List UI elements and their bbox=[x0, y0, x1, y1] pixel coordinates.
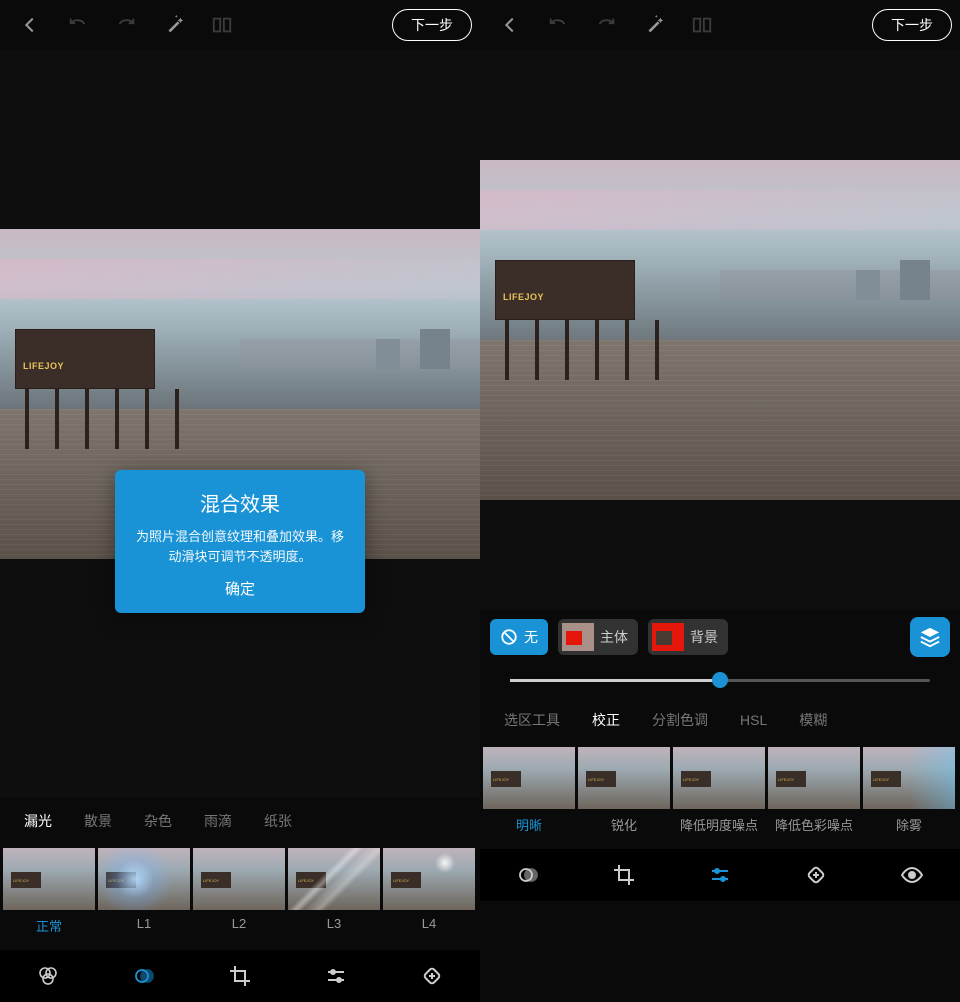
intensity-slider-row bbox=[480, 664, 960, 696]
adjust-thumbnails: LIFEJOY 明晰 LIFEJOY 锐化 LIFEJOY 降低明度噪点 LIF… bbox=[480, 744, 960, 849]
thumb-l3[interactable]: LIFEJOY bbox=[288, 848, 380, 910]
thumb-dehaze[interactable]: LIFEJOY bbox=[863, 747, 955, 809]
tab-hsl[interactable]: HSL bbox=[724, 712, 783, 728]
compare-button[interactable] bbox=[680, 3, 724, 47]
tab-noise[interactable]: 杂色 bbox=[128, 811, 188, 831]
thumb-normal[interactable]: LIFEJOY bbox=[3, 848, 95, 910]
bottom-toolbar bbox=[480, 849, 960, 901]
tooltip-popup: 混合效果 为照片混合创意纹理和叠加效果。移动滑块可调节不透明度。 确定 bbox=[115, 470, 365, 613]
no-icon bbox=[500, 628, 518, 646]
tab-light-leak[interactable]: 漏光 bbox=[8, 811, 68, 831]
photo-canvas[interactable]: LIFEJOY 混合效果 为照片混合创意纹理和叠加效果。移动滑块可调节不透明度。… bbox=[0, 50, 480, 797]
photo-sign-text: LIFEJOY bbox=[23, 361, 64, 371]
seg-subject-thumb bbox=[562, 623, 594, 651]
thumb-label: 正常 bbox=[36, 916, 62, 935]
adjust-category-tabs: 选区工具 校正 分割色调 HSL 模糊 bbox=[480, 696, 960, 744]
selection-segment-row: 无 主体 背景 bbox=[480, 610, 960, 664]
crop-icon[interactable] bbox=[220, 956, 260, 996]
top-toolbar: 下一步 bbox=[480, 0, 960, 50]
intensity-slider[interactable] bbox=[510, 679, 930, 682]
next-button[interactable]: 下一步 bbox=[872, 9, 952, 41]
thumb-l2[interactable]: LIFEJOY bbox=[193, 848, 285, 910]
popup-title: 混合效果 bbox=[131, 488, 349, 517]
thumb-l4[interactable]: LIFEJOY bbox=[383, 848, 475, 910]
popup-ok-button[interactable]: 确定 bbox=[131, 578, 349, 599]
thumb-clarity[interactable]: LIFEJOY bbox=[483, 747, 575, 809]
bottom-toolbar bbox=[0, 950, 480, 1002]
thumb-color-noise[interactable]: LIFEJOY bbox=[768, 747, 860, 809]
undo-button[interactable] bbox=[536, 3, 580, 47]
seg-subject-label: 主体 bbox=[600, 627, 628, 647]
layers-icon bbox=[919, 626, 941, 648]
tab-rain[interactable]: 雨滴 bbox=[188, 811, 248, 831]
thumb-label: L4 bbox=[422, 916, 436, 931]
compare-button[interactable] bbox=[200, 3, 244, 47]
crop-icon[interactable] bbox=[604, 855, 644, 895]
thumb-l1[interactable]: LIFEJOY bbox=[98, 848, 190, 910]
thumb-sharpen[interactable]: LIFEJOY bbox=[578, 747, 670, 809]
redo-button[interactable] bbox=[104, 3, 148, 47]
effect-category-tabs: 漏光 散景 杂色 雨滴 纸张 bbox=[0, 797, 480, 845]
next-button-label: 下一步 bbox=[411, 15, 453, 35]
top-toolbar: 下一步 bbox=[0, 0, 480, 50]
tab-blur[interactable]: 模糊 bbox=[783, 710, 843, 730]
photo-canvas[interactable]: LIFEJOY bbox=[480, 50, 960, 610]
seg-background-label: 背景 bbox=[690, 627, 718, 647]
thumb-label: 降低色彩噪点 bbox=[775, 815, 853, 834]
effect-thumbnails: LIFEJOY 正常 LIFEJOY L1 LIFEJOY L2 LIFEJOY… bbox=[0, 845, 480, 950]
photo-preview: LIFEJOY bbox=[480, 160, 960, 500]
adjust-icon[interactable] bbox=[316, 956, 356, 996]
next-button-label: 下一步 bbox=[891, 15, 933, 35]
thumb-label: L3 bbox=[327, 916, 341, 931]
tab-bokeh[interactable]: 散景 bbox=[68, 811, 128, 831]
thumb-label: L2 bbox=[232, 916, 246, 931]
adjust-icon[interactable] bbox=[700, 855, 740, 895]
editor-pane-right: 下一步 LIFEJOY bbox=[480, 0, 960, 1002]
back-button[interactable] bbox=[488, 3, 532, 47]
heal-icon[interactable] bbox=[412, 956, 452, 996]
auto-enhance-button[interactable] bbox=[152, 3, 196, 47]
seg-subject-button[interactable]: 主体 bbox=[558, 619, 638, 655]
thumb-label: 明晰 bbox=[516, 815, 542, 834]
editor-pane-left: 下一步 LIFEJOY 混合效果 bbox=[0, 0, 480, 1002]
popup-body: 为照片混合创意纹理和叠加效果。移动滑块可调节不透明度。 bbox=[131, 527, 349, 566]
auto-enhance-button[interactable] bbox=[632, 3, 676, 47]
heal-icon[interactable] bbox=[796, 855, 836, 895]
tab-split-tone[interactable]: 分割色调 bbox=[636, 710, 724, 730]
thumb-label: 降低明度噪点 bbox=[680, 815, 758, 834]
seg-none-label: 无 bbox=[524, 627, 538, 647]
seg-none-button[interactable]: 无 bbox=[490, 619, 548, 655]
undo-button[interactable] bbox=[56, 3, 100, 47]
back-button[interactable] bbox=[8, 3, 52, 47]
layers-button[interactable] bbox=[910, 617, 950, 657]
thumb-lum-noise[interactable]: LIFEJOY bbox=[673, 747, 765, 809]
tab-selection-tool[interactable]: 选区工具 bbox=[488, 710, 576, 730]
slider-thumb[interactable] bbox=[712, 672, 728, 688]
thumb-label: 锐化 bbox=[611, 815, 637, 834]
photo-sign-text: LIFEJOY bbox=[503, 292, 544, 302]
eye-icon[interactable] bbox=[892, 855, 932, 895]
effects-icon[interactable] bbox=[508, 855, 548, 895]
seg-background-button[interactable]: 背景 bbox=[648, 619, 728, 655]
tab-correction[interactable]: 校正 bbox=[576, 710, 636, 730]
redo-button[interactable] bbox=[584, 3, 628, 47]
looks-icon[interactable] bbox=[28, 956, 68, 996]
thumb-label: L1 bbox=[137, 916, 151, 931]
effects-icon[interactable] bbox=[124, 956, 164, 996]
tab-paper[interactable]: 纸张 bbox=[248, 811, 308, 831]
seg-background-thumb bbox=[652, 623, 684, 651]
next-button[interactable]: 下一步 bbox=[392, 9, 472, 41]
thumb-label: 除雾 bbox=[896, 815, 922, 834]
